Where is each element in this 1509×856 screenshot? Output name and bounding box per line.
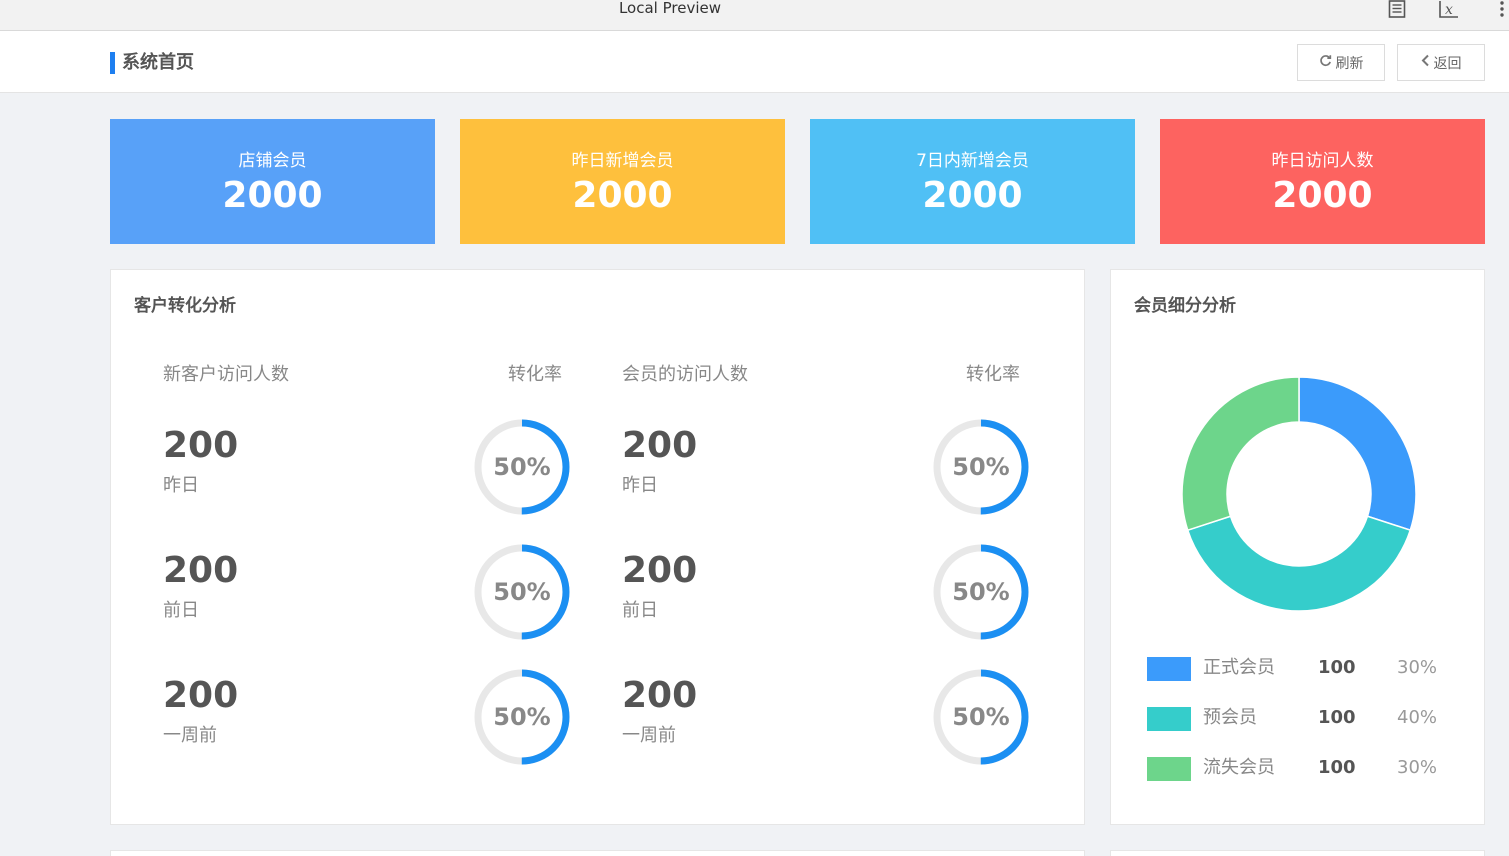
legend-count: 100 bbox=[1318, 657, 1356, 678]
donut-slice[interactable] bbox=[1181, 376, 1300, 532]
stat-value: 2000 bbox=[222, 175, 323, 216]
legend-name: 正式会员 bbox=[1203, 657, 1275, 678]
period-label: 一周前 bbox=[163, 725, 217, 746]
stat-label: 7日内新增会员 bbox=[916, 151, 1029, 171]
visitor-count: 200 bbox=[163, 675, 239, 716]
conversion-ring: 50% bbox=[472, 417, 572, 517]
conversion-ring: 50% bbox=[931, 542, 1031, 642]
legend-name: 预会员 bbox=[1203, 707, 1257, 728]
conversion-rate: 50% bbox=[952, 703, 1010, 731]
refresh-button[interactable]: 刷新 bbox=[1297, 44, 1385, 81]
conversion-ring: 50% bbox=[472, 667, 572, 767]
window-title: Local Preview bbox=[618, 0, 722, 17]
page-title: 系统首页 bbox=[122, 52, 194, 73]
period-label: 昨日 bbox=[163, 475, 199, 496]
next-panel-right bbox=[1110, 850, 1485, 856]
donut-slice[interactable] bbox=[1186, 515, 1412, 612]
svg-text:x: x bbox=[1445, 2, 1453, 18]
segmentation-panel: 会员细分分析 正式会员 100 30% 预会员 100 40% 流失会员 100… bbox=[1110, 269, 1485, 825]
conversion-rate: 50% bbox=[493, 703, 551, 731]
member-visitor-count: 200 bbox=[622, 550, 698, 591]
stat-value: 2000 bbox=[572, 175, 673, 216]
rate-header: 转化率 bbox=[508, 364, 562, 385]
legend-percent: 30% bbox=[1397, 657, 1438, 678]
refresh-icon bbox=[1319, 54, 1332, 71]
member-donut-chart bbox=[1181, 376, 1417, 612]
stat-card-store-members[interactable]: 店铺会员 2000 bbox=[110, 119, 435, 244]
legend-percent: 30% bbox=[1397, 757, 1438, 778]
period-label: 昨日 bbox=[622, 475, 658, 496]
panel-title: 会员细分分析 bbox=[1134, 296, 1236, 316]
member-visitors-header: 会员的访问人数 bbox=[622, 364, 748, 385]
period-label: 前日 bbox=[622, 600, 658, 621]
document-icon[interactable] bbox=[1388, 0, 1406, 18]
more-vertical-icon[interactable] bbox=[1499, 0, 1505, 18]
stat-card-new-members-7-days[interactable]: 7日内新增会员 2000 bbox=[810, 119, 1135, 244]
chevron-left-icon bbox=[1421, 54, 1430, 71]
refresh-label: 刷新 bbox=[1335, 55, 1364, 72]
conversion-rate: 50% bbox=[952, 578, 1010, 606]
formula-icon[interactable]: x bbox=[1438, 0, 1460, 18]
legend-percent: 40% bbox=[1397, 707, 1438, 728]
stat-value: 2000 bbox=[1272, 175, 1373, 216]
legend-swatch bbox=[1147, 707, 1191, 731]
period-label: 一周前 bbox=[622, 725, 676, 746]
preview-bar: Local Preview x bbox=[0, 0, 1509, 31]
rate-header: 转化率 bbox=[966, 364, 1020, 385]
visitor-count: 200 bbox=[163, 550, 239, 591]
back-label: 返回 bbox=[1433, 55, 1462, 72]
conversion-ring: 50% bbox=[931, 417, 1031, 517]
new-visitors-header: 新客户访问人数 bbox=[163, 364, 289, 385]
donut-slice[interactable] bbox=[1298, 376, 1417, 532]
conversion-rate: 50% bbox=[493, 453, 551, 481]
back-button[interactable]: 返回 bbox=[1397, 44, 1485, 81]
next-panel-left bbox=[110, 850, 1085, 856]
legend-swatch bbox=[1147, 657, 1191, 681]
stat-card-visitors-yesterday[interactable]: 昨日访问人数 2000 bbox=[1160, 119, 1485, 244]
period-label: 前日 bbox=[163, 600, 199, 621]
stat-value: 2000 bbox=[922, 175, 1023, 216]
stat-card-new-members-yesterday[interactable]: 昨日新增会员 2000 bbox=[460, 119, 785, 244]
title-accent-bar bbox=[110, 52, 115, 74]
conversion-ring: 50% bbox=[472, 542, 572, 642]
stat-label: 昨日新增会员 bbox=[571, 151, 674, 171]
legend-count: 100 bbox=[1318, 707, 1356, 728]
conversion-ring: 50% bbox=[931, 667, 1031, 767]
conversion-panel: 客户转化分析 新客户访问人数 转化率 会员的访问人数 转化率 200 昨日 50… bbox=[110, 269, 1085, 825]
panel-title: 客户转化分析 bbox=[134, 296, 236, 316]
page-header: 系统首页 刷新 返回 bbox=[0, 31, 1509, 93]
legend-count: 100 bbox=[1318, 757, 1356, 778]
stat-label: 昨日访问人数 bbox=[1271, 151, 1374, 171]
conversion-rate: 50% bbox=[493, 578, 551, 606]
member-visitor-count: 200 bbox=[622, 675, 698, 716]
legend-swatch bbox=[1147, 757, 1191, 781]
visitor-count: 200 bbox=[163, 425, 239, 466]
member-visitor-count: 200 bbox=[622, 425, 698, 466]
legend-name: 流失会员 bbox=[1203, 757, 1275, 778]
conversion-rate: 50% bbox=[952, 453, 1010, 481]
stat-label: 店铺会员 bbox=[238, 151, 307, 171]
